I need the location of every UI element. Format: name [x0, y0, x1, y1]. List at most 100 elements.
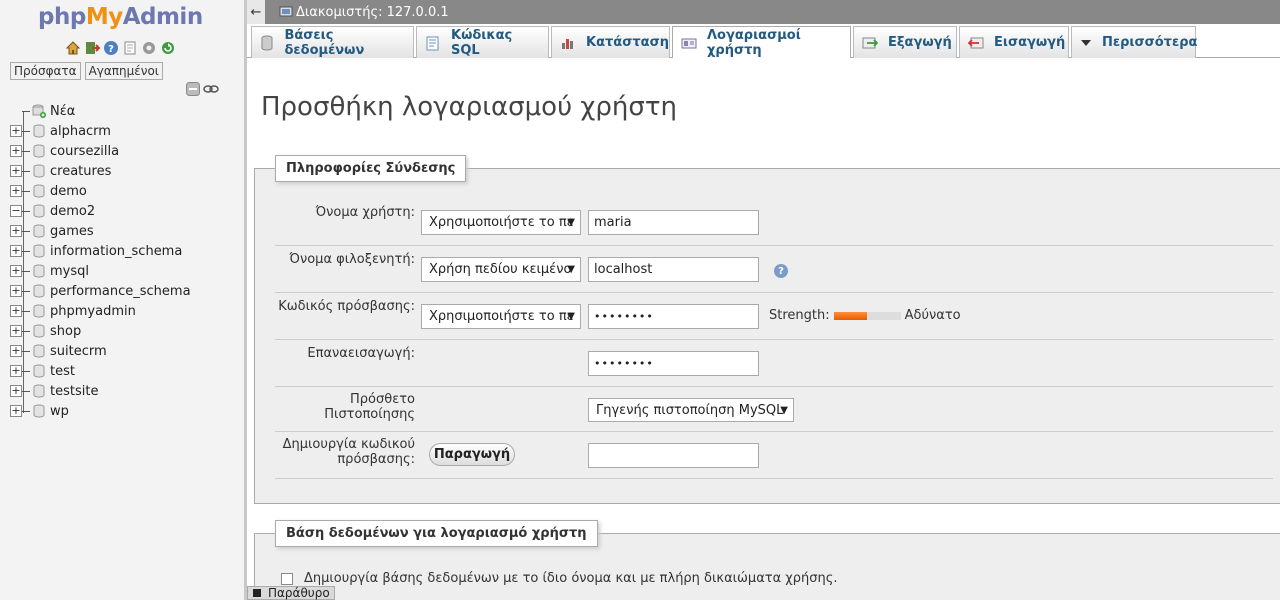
collapse-icon[interactable]: − — [10, 205, 22, 217]
tree-item-test[interactable]: + test — [8, 361, 238, 381]
help-icon[interactable]: ? — [774, 264, 788, 278]
tree-item-label[interactable]: performance_schema — [50, 284, 191, 299]
generated-password-input[interactable] — [588, 443, 759, 468]
tree-item-coursezilla[interactable]: + coursezilla — [8, 141, 238, 161]
database-icon — [32, 384, 46, 398]
tab-label: Βάσεις δεδομένων — [284, 27, 365, 58]
tab-sql[interactable]: Κώδικας SQL — [416, 26, 549, 58]
expand-icon[interactable]: + — [10, 165, 22, 177]
auth-plugin-select[interactable]: Γηγενής πιστοποίηση MySQL ▼ — [588, 398, 794, 422]
docs-icon[interactable] — [121, 39, 138, 56]
tree-item-testsite[interactable]: + testsite — [8, 381, 238, 401]
tree-item-suitecrm[interactable]: + suitecrm — [8, 341, 238, 361]
link-icon[interactable] — [203, 82, 219, 96]
export-icon — [862, 35, 878, 51]
expand-icon[interactable]: + — [10, 285, 22, 297]
tree-item-shop[interactable]: + shop — [8, 321, 238, 341]
exit-icon[interactable] — [83, 39, 100, 56]
tab-user-accounts[interactable]: Λογαριασμοί χρήστη — [672, 26, 851, 59]
expand-icon[interactable]: + — [10, 225, 22, 237]
host-type-select[interactable]: Χρήση πεδίου κειμένο ▼ — [421, 257, 581, 282]
expand-icon[interactable]: + — [10, 145, 22, 157]
tree-item-label[interactable]: wp — [50, 404, 69, 419]
tree-item-label[interactable]: demo — [50, 184, 87, 199]
recent-tab[interactable]: Πρόσφατα — [10, 62, 81, 80]
expand-icon[interactable]: + — [10, 365, 22, 377]
expand-icon[interactable]: + — [10, 125, 22, 137]
tree-item-information-schema[interactable]: + information_schema — [8, 241, 238, 261]
auth-plugin-label-line1: Πρόσθετο — [350, 392, 415, 407]
username-input[interactable]: maria — [588, 210, 759, 235]
database-icon — [32, 284, 46, 298]
tab-import[interactable]: Εισαγωγή — [959, 26, 1069, 58]
settings-icon[interactable] — [140, 39, 157, 56]
password-input[interactable]: •••••••• — [588, 304, 759, 329]
help-icon[interactable]: ? — [102, 39, 119, 56]
logo-my: My — [85, 4, 123, 30]
password-type-select[interactable]: Χρησιμοποιήστε το πε ▼ — [421, 304, 581, 329]
server-breadcrumb[interactable]: Διακομιστής: 127.0.0.1 — [279, 5, 449, 20]
expand-icon[interactable]: + — [10, 185, 22, 197]
tree-item-demo[interactable]: + demo — [8, 181, 238, 201]
phpmyadmin-logo[interactable]: phpMyAdmin — [38, 4, 203, 30]
create-database-option[interactable]: Δημιουργία βάσης δεδομένων με το ίδιο όν… — [281, 571, 838, 586]
tree-item-label[interactable]: phpmyadmin — [50, 304, 136, 319]
tree-item-label[interactable]: testsite — [50, 384, 98, 399]
tree-item-label[interactable]: shop — [50, 324, 81, 339]
login-info-legend: Πληροφορίες Σύνδεσης — [275, 155, 467, 182]
expand-icon[interactable]: + — [10, 305, 22, 317]
tab-status[interactable]: Κατάσταση — [551, 26, 670, 58]
strength-label: Strength: — [769, 308, 830, 323]
generate-password-label: Δημιουργία κωδικού πρόσβασης: — [283, 437, 415, 467]
create-database-label: Δημιουργία βάσης δεδομένων με το ίδιο όν… — [304, 571, 838, 586]
console-toggle[interactable]: Παράθυρο — [247, 586, 335, 600]
username-type-select[interactable]: Χρησιμοποιήστε το πε ▼ — [421, 210, 581, 235]
tree-item-label[interactable]: mysql — [50, 264, 89, 279]
retype-password-input[interactable]: •••••••• — [588, 351, 759, 376]
tree-item-creatures[interactable]: + creatures — [8, 161, 238, 181]
tree-item-mysql[interactable]: + mysql — [8, 261, 238, 281]
tree-item-demo2[interactable]: − demo2 — [8, 201, 238, 221]
tree-item-performance-schema[interactable]: + performance_schema — [8, 281, 238, 301]
host-input[interactable]: localhost — [588, 257, 759, 282]
tab-databases[interactable]: Βάσεις δεδομένων — [251, 26, 414, 58]
auth-plugin-label: Πρόσθετο Πιστοποίησης — [324, 392, 415, 422]
tree-item-label[interactable]: games — [50, 224, 94, 239]
collapse-nav-button[interactable]: ← — [247, 0, 265, 24]
collapse-all-icon[interactable] — [186, 82, 200, 96]
main-content: Προσθήκη λογαριασμού χρήστη Πληροφορίες … — [247, 58, 1280, 600]
database-icon — [32, 324, 46, 338]
tree-item-label[interactable]: coursezilla — [50, 144, 119, 159]
expand-icon[interactable]: + — [10, 325, 22, 337]
tree-item-wp[interactable]: + wp — [8, 401, 238, 421]
tree-item-label[interactable]: alphacrm — [50, 124, 111, 139]
create-database-checkbox[interactable] — [281, 572, 293, 585]
navigation-panel: phpMyAdmin ? Πρόσφατα Αγαπημένοι Νέα + a… — [0, 0, 244, 600]
expand-icon[interactable]: + — [10, 245, 22, 257]
generate-button[interactable]: Παραγωγή — [429, 443, 515, 466]
tree-item-label[interactable]: demo2 — [50, 204, 95, 219]
database-icon — [32, 124, 46, 138]
tree-item-games[interactable]: + games — [8, 221, 238, 241]
tree-item-phpmyadmin[interactable]: + phpmyadmin — [8, 301, 238, 321]
favorites-tab[interactable]: Αγαπημένοι — [84, 62, 163, 80]
tree-item-label[interactable]: suitecrm — [50, 344, 107, 359]
home-icon[interactable] — [64, 39, 81, 56]
reload-icon[interactable] — [159, 39, 176, 56]
host-label: Όνομα φιλοξενητή: — [289, 252, 415, 267]
tree-item-label[interactable]: test — [50, 364, 75, 379]
tree-item-alphacrm[interactable]: + alphacrm — [8, 121, 238, 141]
expand-icon[interactable]: + — [10, 385, 22, 397]
new-database-icon — [32, 104, 46, 118]
username-label: Όνομα χρήστη: — [315, 205, 415, 220]
database-fieldset: Βάση δεδομένων για λογαριασμό χρήστη Δημ… — [254, 520, 1280, 600]
expand-icon[interactable]: + — [10, 405, 22, 417]
expand-icon[interactable]: + — [10, 265, 22, 277]
tab-more[interactable]: Περισσότερα — [1071, 26, 1198, 58]
tab-label: Περισσότερα — [1102, 35, 1198, 50]
tab-export[interactable]: Εξαγωγή — [853, 26, 957, 58]
tree-item-label[interactable]: information_schema — [50, 244, 182, 259]
tree-item-label[interactable]: creatures — [50, 164, 111, 179]
tree-item-new[interactable]: Νέα — [8, 101, 238, 121]
expand-icon[interactable]: + — [10, 345, 22, 357]
